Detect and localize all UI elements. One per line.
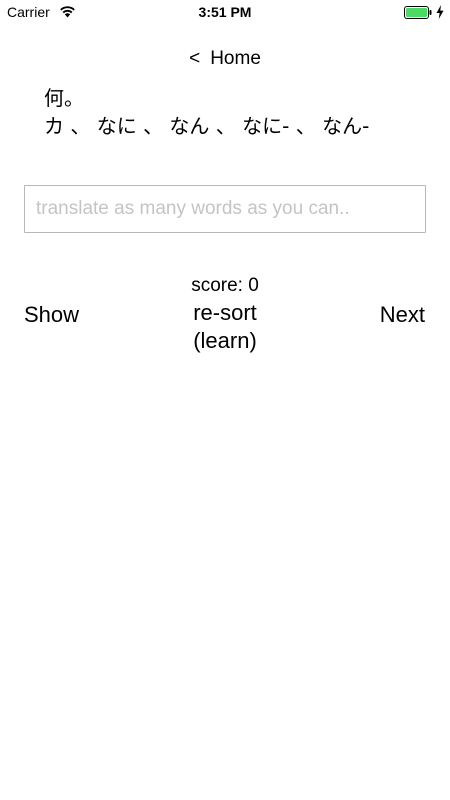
charging-bolt-icon (436, 5, 444, 19)
kanji-card: 何。 カ 、 なに 、 なん 、 なに- 、 なん- (44, 84, 369, 140)
score-label: score: 0 (191, 275, 259, 296)
resort-label-line2: (learn) (193, 328, 257, 353)
back-label: Home (210, 48, 261, 69)
status-time: 3:51 PM (198, 4, 252, 20)
kanji-character: 何。 (44, 86, 84, 110)
back-home-button[interactable]: < Home (0, 48, 450, 70)
status-bar: Carrier 3:51 PM (0, 0, 450, 26)
translation-input[interactable] (24, 185, 426, 233)
chevron-left-icon: < (189, 48, 201, 69)
battery-icon (404, 6, 432, 19)
next-button[interactable]: Next (380, 302, 425, 328)
kanji-readings: カ 、 なに 、 なん 、 なに- 、 なん- (44, 114, 370, 138)
